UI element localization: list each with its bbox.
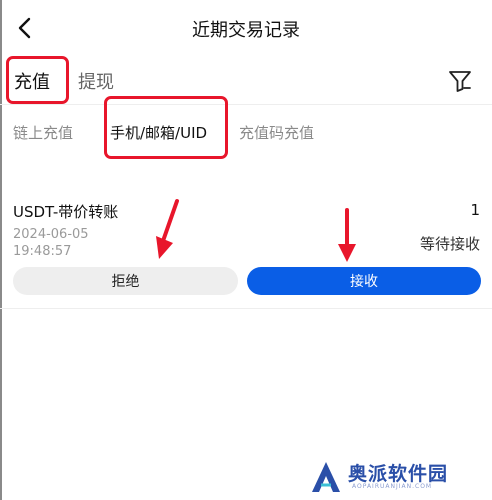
filter-icon[interactable]	[447, 68, 473, 94]
watermark: 奥派软件园 AOPAIRUANJIAN.COM	[308, 457, 488, 497]
record-status: 等待接收	[419, 235, 480, 253]
subtab-code-deposit[interactable]: 充值码充值	[239, 122, 314, 143]
record-time: 19:48:57	[13, 244, 72, 259]
tab-withdraw[interactable]: 提现	[78, 68, 114, 94]
highlight-box-deposit-tab	[6, 56, 69, 104]
arrow-annotation-reject	[156, 199, 179, 259]
record-datetime: 2024-06-05 19:48:57	[13, 226, 89, 260]
reject-button[interactable]: 拒绝	[13, 267, 238, 295]
arrow-annotation-accept	[338, 208, 356, 262]
subtab-onchain-deposit[interactable]: 链上充值	[13, 122, 73, 143]
accept-button[interactable]: 接收	[247, 267, 481, 295]
highlight-box-phone-subtab	[104, 96, 228, 159]
page-title: 近期交易记录	[192, 20, 300, 41]
record-divider	[0, 308, 492, 309]
left-border	[0, 0, 2, 500]
watermark-logo-icon	[312, 462, 340, 492]
watermark-subtext: AOPAIRUANJIAN.COM	[352, 483, 433, 490]
record-date: 2024-06-05	[13, 227, 89, 242]
watermark-text: 奥派软件园	[348, 463, 449, 485]
record-amount: 1	[470, 201, 480, 219]
tabs-divider	[0, 104, 492, 105]
record-title: USDT-带价转账	[13, 203, 119, 221]
